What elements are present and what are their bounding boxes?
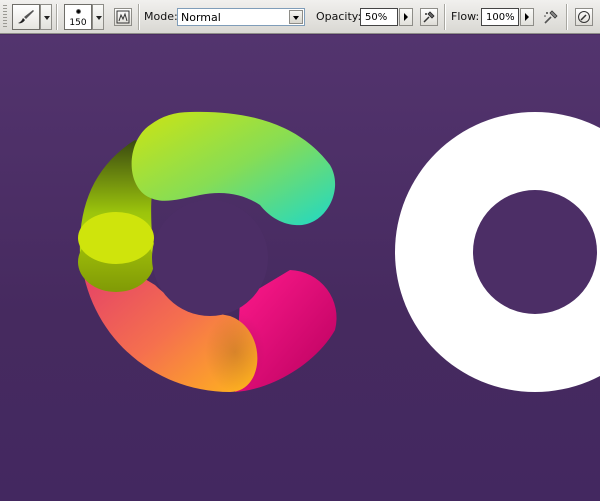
- mode-select[interactable]: Normal: [177, 8, 305, 26]
- brush-size-value: 150: [69, 18, 87, 28]
- opacity-value: 50%: [365, 12, 388, 23]
- flow-label: Flow:: [451, 10, 480, 23]
- opacity-slider-toggle[interactable]: [399, 8, 413, 26]
- chevron-down-icon[interactable]: [289, 10, 303, 24]
- toolbar-separator: [566, 4, 568, 30]
- airbrush-mode-button[interactable]: [542, 8, 560, 29]
- toolbar-grip[interactable]: [3, 5, 7, 29]
- airbrush-toggle-button[interactable]: [420, 8, 438, 26]
- airbrush-icon: [542, 10, 560, 29]
- flow-slider-toggle[interactable]: [520, 8, 534, 26]
- toolbar-separator: [138, 4, 140, 30]
- opacity-label: Opacity:: [316, 10, 362, 23]
- brush-preset-dropdown[interactable]: [92, 4, 104, 30]
- toolbar-separator: [444, 4, 446, 30]
- flow-value: 100%: [486, 12, 515, 23]
- letter-o-artwork: [395, 112, 600, 392]
- tablet-pressure-button[interactable]: [575, 8, 593, 26]
- flow-input[interactable]: 100%: [481, 8, 534, 26]
- toolbar-separator: [56, 4, 58, 30]
- document-canvas[interactable]: [0, 35, 600, 501]
- tool-preset-dropdown[interactable]: [40, 4, 52, 30]
- opacity-input[interactable]: 50%: [360, 8, 413, 26]
- mode-value: Normal: [181, 11, 221, 24]
- letter-c-artwork: [78, 111, 337, 392]
- tool-preset-picker[interactable]: [12, 4, 40, 30]
- brush-preset-picker[interactable]: 150: [64, 4, 92, 30]
- canvas-artwork: [78, 111, 600, 392]
- options-bar: 150 Mode: Normal Opacity: 50% Flow: 100%: [0, 0, 600, 34]
- brush-tip-icon: [76, 9, 81, 14]
- mode-label: Mode:: [144, 10, 178, 23]
- toggle-brushes-panel-button[interactable]: [114, 8, 132, 26]
